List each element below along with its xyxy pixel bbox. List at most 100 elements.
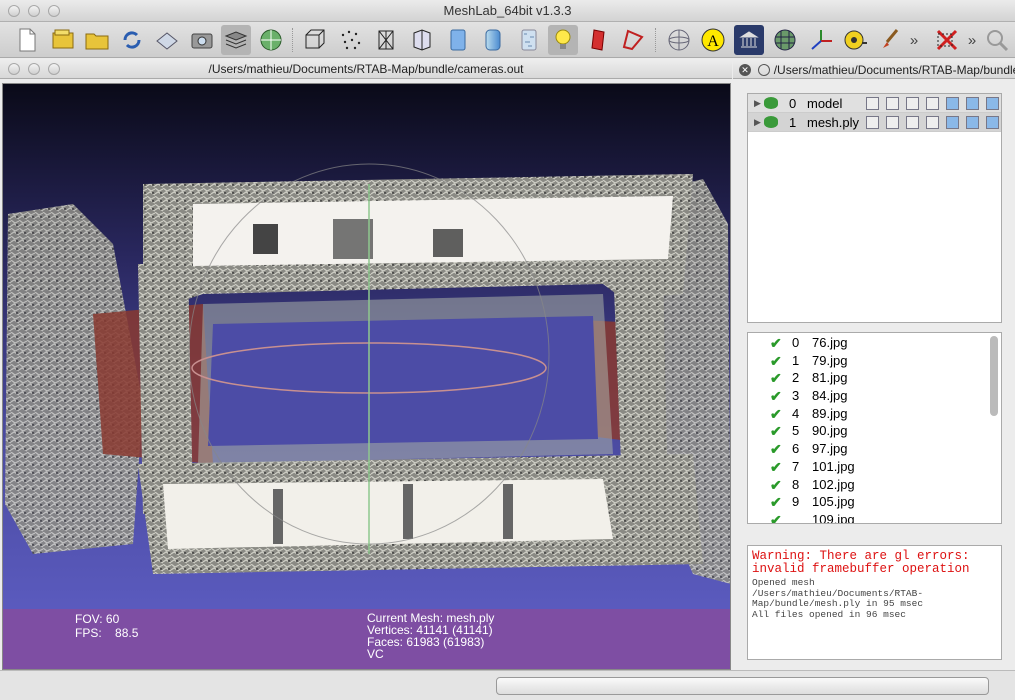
bounding-box-icon[interactable]: [300, 25, 330, 55]
vc-label: VC: [367, 647, 384, 661]
raster-name: 102.jpg: [812, 476, 855, 492]
expand-arrow-icon[interactable]: ▶: [754, 94, 761, 113]
points-icon[interactable]: [336, 25, 366, 55]
bbox-mode-icon[interactable]: [866, 97, 879, 110]
axes-icon[interactable]: [806, 25, 836, 55]
sphere-mesh-icon[interactable]: [770, 25, 800, 55]
log-text: Opened mesh /Users/mathieu/Documents/RTA…: [752, 577, 924, 620]
measure-tape-icon[interactable]: [840, 25, 870, 55]
check-icon[interactable]: ✔: [770, 353, 782, 371]
search-icon[interactable]: [982, 25, 1012, 55]
annotation-icon[interactable]: A: [698, 25, 728, 55]
raster-index: 5: [792, 423, 800, 439]
texture-mode-icon[interactable]: [986, 116, 999, 129]
check-icon[interactable]: ✔: [770, 512, 782, 523]
layer-dialog: ✕ /Users/mathieu/Documents/RTAB-Map/bund…: [733, 59, 1015, 670]
texture-mode-icon[interactable]: [986, 97, 999, 110]
check-icon[interactable]: ✔: [770, 406, 782, 424]
raster-row[interactable]: ✔ 2 81.jpg: [748, 369, 1001, 387]
check-icon[interactable]: ✔: [770, 494, 782, 512]
raster-name: 84.jpg: [812, 388, 848, 404]
raster-index: 0: [792, 335, 800, 350]
raster-name: 81.jpg: [812, 370, 848, 386]
globe-icon[interactable]: [256, 25, 286, 55]
visibility-eye-icon[interactable]: [764, 116, 778, 128]
check-icon[interactable]: ✔: [770, 370, 782, 388]
raster-row[interactable]: ✔ 3 84.jpg: [748, 387, 1001, 405]
check-icon[interactable]: ✔: [770, 423, 782, 441]
flat-mode-icon[interactable]: [946, 116, 959, 129]
zoom-window-button[interactable]: [48, 5, 60, 17]
smooth-mode-icon[interactable]: [966, 116, 979, 129]
wireframe-icon[interactable]: [371, 25, 401, 55]
raster-row[interactable]: ✔ 4 89.jpg: [748, 405, 1001, 423]
flat-mode-icon[interactable]: [946, 97, 959, 110]
check-icon[interactable]: ✔: [770, 441, 782, 459]
raster-row[interactable]: ✔ 8 102.jpg: [748, 476, 1001, 494]
fov-label: FOV:: [75, 612, 103, 626]
raster-row[interactable]: ✔ 9 105.jpg: [748, 493, 1001, 511]
viewer-zoom-button[interactable]: [48, 63, 60, 75]
raster-row[interactable]: ✔ 5 90.jpg: [748, 422, 1001, 440]
snapshot-icon[interactable]: [187, 25, 217, 55]
layers-icon[interactable]: [221, 25, 251, 55]
raster-row[interactable]: ✔ 7 101.jpg: [748, 458, 1001, 476]
fps-value: 88.5: [115, 626, 139, 640]
hidden-lines-icon[interactable]: [407, 25, 437, 55]
reload-icon[interactable]: [117, 25, 147, 55]
smooth-mode-icon[interactable]: [966, 97, 979, 110]
open-folder-icon[interactable]: [82, 25, 112, 55]
points-mode-icon[interactable]: [886, 97, 899, 110]
raster-row[interactable]: ✔ 1 79.jpg: [748, 352, 1001, 370]
viewer-title-bar: /Users/mathieu/Documents/RTAB-Map/bundle…: [0, 59, 732, 79]
close-window-button[interactable]: [8, 5, 20, 17]
mesh-render: [5, 163, 730, 584]
expand-arrow-icon[interactable]: ▶: [754, 113, 761, 132]
layer-index: 0: [789, 96, 797, 111]
3d-viewport[interactable]: FOV: 60 FPS: 88.5 Current Mesh: mesh.ply…: [2, 83, 731, 670]
wire-mode-icon[interactable]: [906, 97, 919, 110]
hidden-mode-icon[interactable]: [926, 116, 939, 129]
bbox-mode-icon[interactable]: [866, 116, 879, 129]
raster-name: 97.jpg: [812, 441, 848, 457]
wire-mode-icon[interactable]: [906, 116, 919, 129]
new-document-icon[interactable]: [12, 25, 42, 55]
raster-name: 79.jpg: [812, 352, 848, 368]
check-icon[interactable]: ✔: [770, 388, 782, 406]
viewer-close-button[interactable]: [8, 63, 20, 75]
open-project-icon[interactable]: [48, 25, 78, 55]
visibility-eye-icon[interactable]: [764, 97, 778, 109]
museum-icon[interactable]: [734, 25, 764, 55]
more-icon-2[interactable]: »: [962, 25, 982, 55]
check-icon[interactable]: ✔: [770, 459, 782, 477]
delete-icon[interactable]: [932, 25, 962, 55]
close-icon[interactable]: ✕: [739, 63, 751, 76]
smooth-shading-icon[interactable]: [478, 25, 508, 55]
fps-label: FPS:: [75, 626, 102, 640]
color-icon[interactable]: [584, 25, 614, 55]
points-mode-icon[interactable]: [886, 116, 899, 129]
hidden-mode-icon[interactable]: [926, 97, 939, 110]
viewer-minimize-button[interactable]: [28, 63, 40, 75]
layer-row[interactable]: ▶ 1 mesh.ply: [748, 113, 1001, 132]
brush-icon[interactable]: [875, 25, 905, 55]
selection-icon[interactable]: [618, 25, 648, 55]
save-icon[interactable]: [152, 25, 182, 55]
float-icon[interactable]: [758, 63, 771, 76]
minimize-window-button[interactable]: [28, 5, 40, 17]
layer-row[interactable]: ▶ 0 model: [748, 94, 1001, 113]
flat-shading-icon[interactable]: [443, 25, 473, 55]
trackball-icon[interactable]: [664, 25, 694, 55]
more-icon[interactable]: »: [904, 25, 924, 55]
raster-scrollbar[interactable]: [990, 336, 998, 416]
raster-row[interactable]: ✔ 6 97.jpg: [748, 440, 1001, 458]
raster-name: 105.jpg: [812, 494, 855, 510]
title-bar: MeshLab_64bit v1.3.3: [0, 0, 1015, 22]
raster-name: 89.jpg: [812, 405, 848, 421]
check-icon[interactable]: ✔: [770, 477, 782, 495]
light-icon[interactable]: [548, 25, 578, 55]
raster-row[interactable]: ✔ 109.jpg: [748, 511, 1001, 523]
raster-row[interactable]: ✔ 0 76.jpg: [748, 334, 1001, 352]
check-icon[interactable]: ✔: [770, 335, 782, 353]
texture-icon[interactable]: [514, 25, 544, 55]
